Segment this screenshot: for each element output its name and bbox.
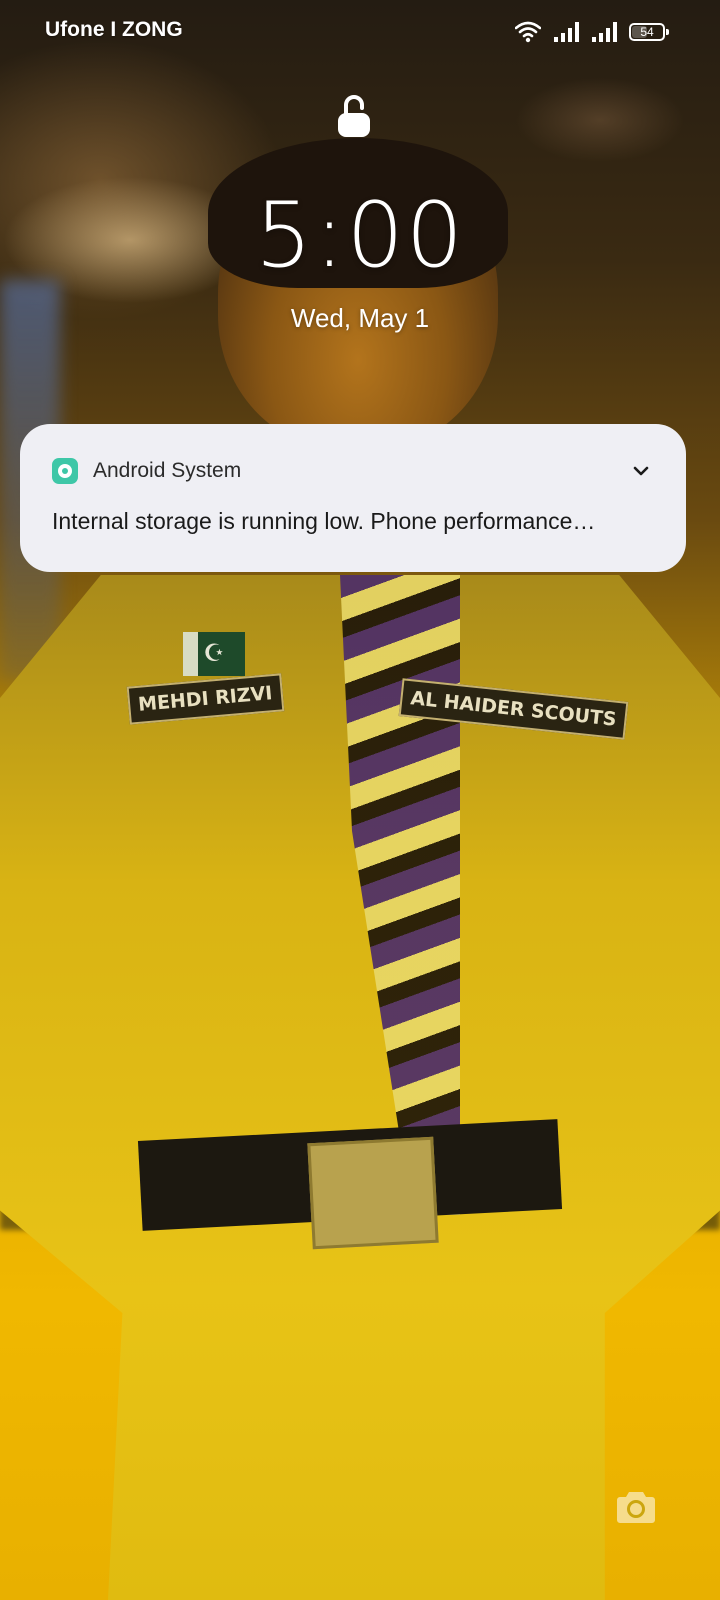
notification-card[interactable]: Android System Internal storage is runni… — [20, 424, 686, 572]
lock-screen: ☪ MEHDI RIZVI AL HAIDER SCOUTS Ufone I Z… — [0, 0, 720, 1600]
battery-level: 54 — [640, 25, 654, 39]
wallpaper-flag-patch: ☪ — [183, 632, 245, 676]
wifi-icon — [515, 21, 541, 43]
signal-icon — [553, 21, 579, 43]
lockscreen-clock: 5:00 — [254, 183, 466, 288]
android-system-app-icon — [52, 458, 78, 484]
wallpaper-buckle — [307, 1136, 439, 1250]
chevron-down-icon[interactable] — [626, 456, 656, 486]
camera-icon[interactable] — [616, 1488, 656, 1524]
lockscreen-date: Wed, May 1 — [290, 303, 430, 333]
signal-icon — [591, 21, 617, 43]
status-icons: 54 — [515, 18, 669, 46]
notification-text: Internal storage is running low. Phone p… — [52, 508, 596, 534]
battery-icon: 54 — [629, 23, 669, 41]
lock-open-icon[interactable] — [337, 94, 371, 138]
notification-app-name: Android System — [93, 459, 242, 482]
status-bar: Ufone I ZONG 54 — [0, 0, 720, 64]
carrier-name: Ufone I ZONG — [45, 18, 183, 41]
